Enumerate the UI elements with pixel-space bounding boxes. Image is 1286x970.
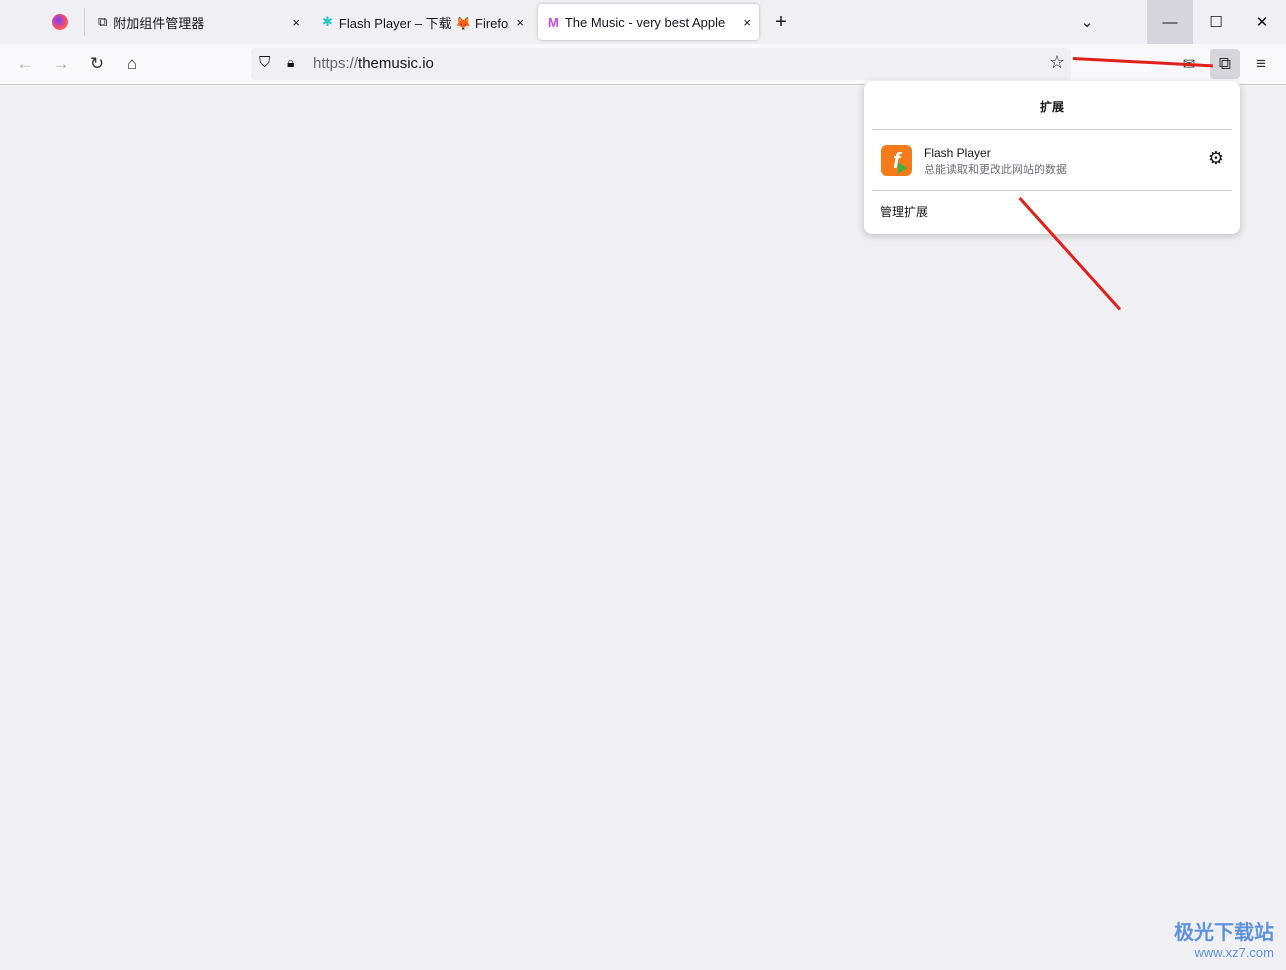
play-icon (898, 162, 907, 174)
tab-addons[interactable]: ⧉ 附加组件管理器 × (88, 4, 308, 40)
flash-player-icon: f (881, 145, 912, 176)
close-icon[interactable]: × (292, 15, 300, 30)
extensions-puzzle-icon[interactable]: ⧉ (1210, 49, 1240, 79)
list-tabs-chevron-icon[interactable]: ⌄ (1064, 0, 1110, 44)
gear-icon[interactable]: ⚙ (1208, 148, 1224, 169)
divider (872, 129, 1232, 130)
back-arrow-icon[interactable]: ← (10, 49, 40, 79)
menu-hamburger-icon[interactable]: ≡ (1246, 49, 1276, 79)
close-icon[interactable]: × (516, 15, 524, 30)
flash-puzzle-icon: ✱ (322, 14, 333, 29)
reload-icon[interactable]: ↻ (82, 49, 112, 79)
panel-title: 扩展 (1039, 100, 1064, 114)
watermark: 极光下载站 www.xz7.com (1174, 922, 1274, 960)
manage-extensions-link[interactable]: 管理扩展 (880, 203, 928, 220)
forward-arrow-icon[interactable]: → (46, 49, 76, 79)
maximize-button[interactable]: ☐ (1193, 0, 1239, 44)
home-icon[interactable]: ⌂ (117, 49, 147, 79)
tab-bar: ⧉ 附加组件管理器 × ✱ Flash Player – 下载 🦊 Firefo… (0, 0, 1286, 44)
divider (872, 190, 1232, 191)
extensions-panel: 扩展 f Flash Player 总能读取和更改此网站的数据 ⚙ 管理扩展 (864, 81, 1240, 234)
close-window-button[interactable]: ✕ (1239, 0, 1285, 44)
nav-bar: ← → ↻ ⌂ ⛉ 🔒︎ https://themusic.io ☆ ✉ ⧉ ≡ (0, 44, 1286, 85)
url-bar[interactable]: ⛉ 🔒︎ https://themusic.io ☆ (251, 48, 1071, 80)
tab-themusic[interactable]: M The Music - very best Apple Music × (538, 4, 759, 40)
new-tab-button[interactable]: + (758, 0, 804, 44)
minimize-button[interactable]: — (1147, 0, 1193, 44)
themusic-icon: M (548, 14, 559, 30)
puzzle-icon: ⧉ (98, 14, 108, 29)
divider (84, 8, 85, 36)
extension-item-flash-player[interactable]: f Flash Player 总能读取和更改此网站的数据 ⚙ (872, 131, 1232, 189)
firefox-view-button[interactable] (52, 14, 68, 30)
lock-icon[interactable]: 🔒︎ (287, 54, 294, 71)
shield-icon[interactable]: ⛉ (259, 54, 270, 71)
bookmark-star-icon[interactable]: ☆ (1049, 52, 1065, 73)
tab-flash-player[interactable]: ✱ Flash Player – 下载 🦊 Firefox × (312, 4, 532, 40)
close-icon[interactable]: × (743, 15, 751, 30)
